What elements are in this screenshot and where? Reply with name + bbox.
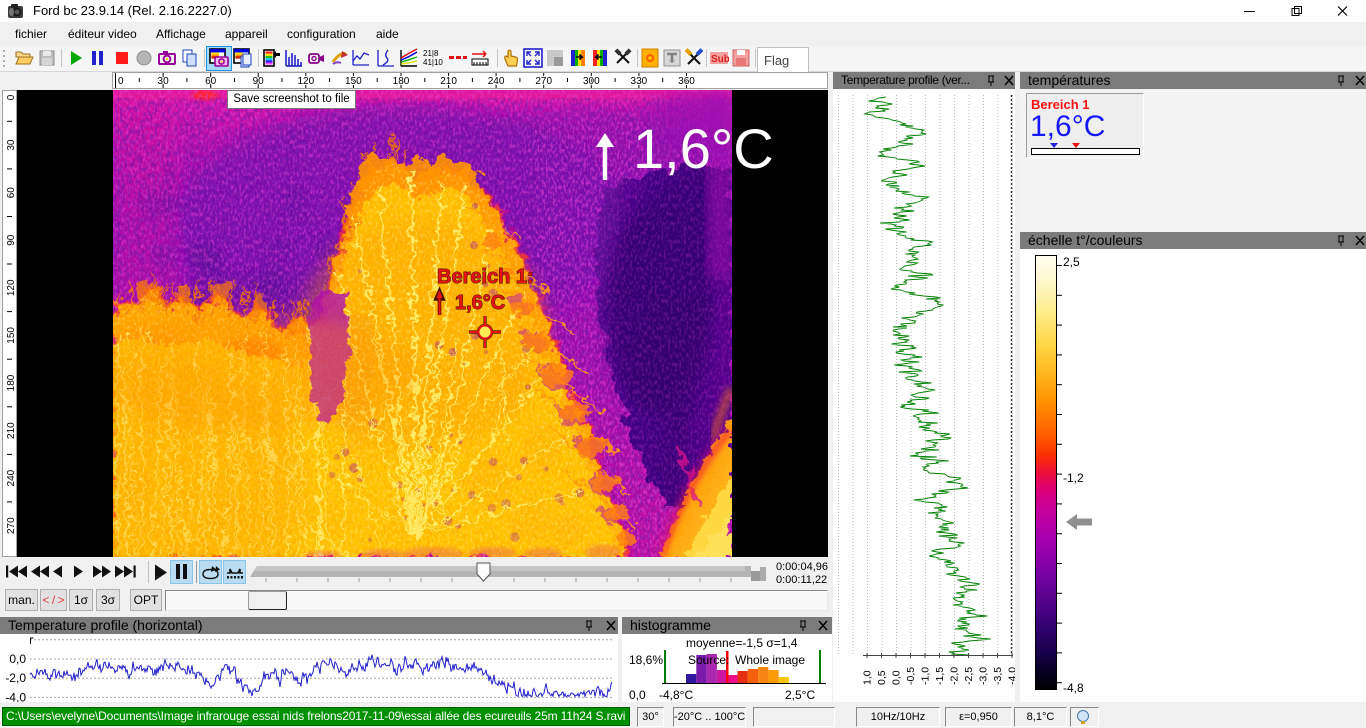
svg-text:240: 240 xyxy=(6,469,16,486)
svg-text:120: 120 xyxy=(297,76,314,87)
svg-text:-1,2: -1,2 xyxy=(1063,471,1084,485)
svg-text:1,6°C: 1,6°C xyxy=(633,117,774,180)
svg-text:0: 0 xyxy=(6,94,16,100)
svg-text:-1,5: -1,5 xyxy=(934,667,946,685)
svg-text:-3,0: -3,0 xyxy=(978,667,990,685)
svg-text:0,0: 0,0 xyxy=(891,670,903,685)
svg-text:150: 150 xyxy=(6,327,16,344)
svg-text:150: 150 xyxy=(345,76,362,87)
svg-text:240: 240 xyxy=(488,76,505,87)
svg-text:360: 360 xyxy=(678,76,695,87)
svg-text:120: 120 xyxy=(6,279,16,296)
svg-text:-0,5: -0,5 xyxy=(905,667,917,685)
svg-text:210: 210 xyxy=(440,76,457,87)
svg-text:21|8: 21|8 xyxy=(423,49,439,58)
svg-text:1,6°C: 1,6°C xyxy=(455,292,505,314)
svg-text:60: 60 xyxy=(205,76,217,87)
svg-text:270: 270 xyxy=(6,517,16,534)
svg-text:30: 30 xyxy=(158,76,170,87)
svg-text:330: 330 xyxy=(631,76,648,87)
svg-text:-3,5: -3,5 xyxy=(992,667,1004,685)
svg-text:210: 210 xyxy=(6,422,16,439)
svg-text:Bereich 1:: Bereich 1: xyxy=(437,266,534,288)
svg-text:0,0: 0,0 xyxy=(9,652,26,666)
svg-text:41|10: 41|10 xyxy=(423,58,443,67)
svg-text:0: 0 xyxy=(118,76,124,87)
svg-text:180: 180 xyxy=(393,76,410,87)
svg-text:30: 30 xyxy=(6,139,16,151)
svg-text:-2,5: -2,5 xyxy=(963,667,975,685)
svg-text:300: 300 xyxy=(583,76,600,87)
svg-text:-2,0: -2,0 xyxy=(949,667,961,685)
svg-text:0,5: 0,5 xyxy=(876,670,888,685)
svg-text:60: 60 xyxy=(6,187,16,199)
svg-text:-4,0: -4,0 xyxy=(1007,667,1016,685)
svg-text:90: 90 xyxy=(253,76,265,87)
svg-text:180: 180 xyxy=(6,374,16,391)
svg-text:Sub: Sub xyxy=(711,54,729,65)
svg-text:-2,0: -2,0 xyxy=(5,671,26,685)
svg-text:270: 270 xyxy=(535,76,552,87)
svg-text:90: 90 xyxy=(6,234,16,246)
svg-text:-1,0: -1,0 xyxy=(920,667,932,685)
svg-text:1,0: 1,0 xyxy=(862,670,874,685)
svg-text:-4,8: -4,8 xyxy=(1063,681,1084,695)
svg-text:-4,0: -4,0 xyxy=(5,690,26,702)
svg-text:2,5: 2,5 xyxy=(1063,255,1080,269)
